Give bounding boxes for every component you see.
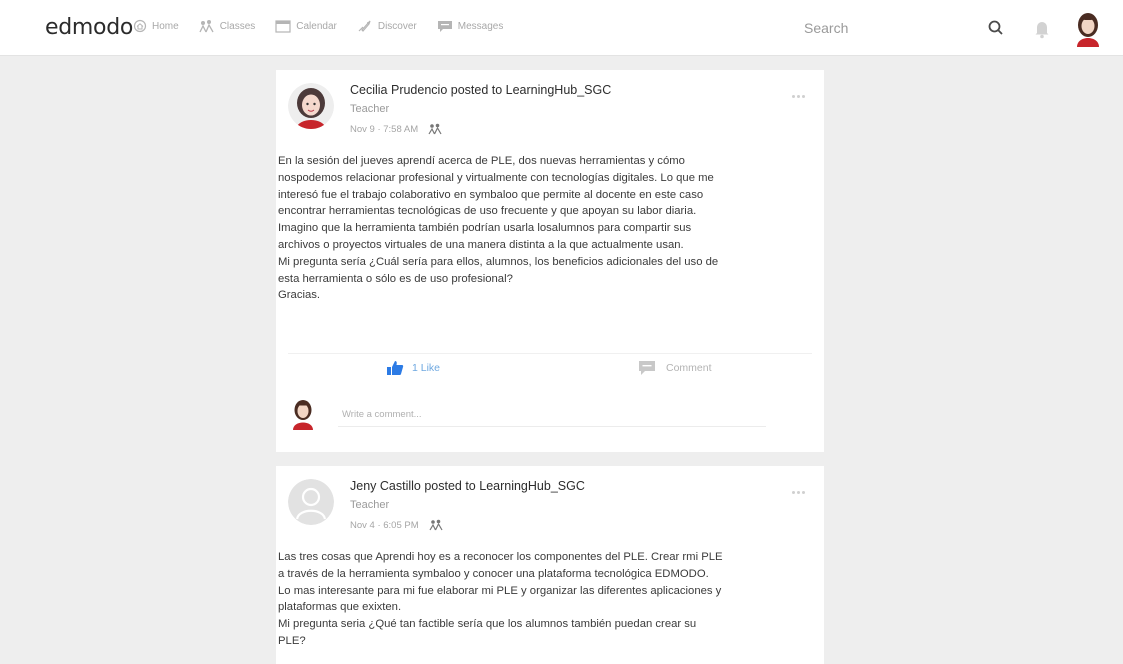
calendar-icon xyxy=(275,20,291,33)
home-icon xyxy=(133,19,147,33)
post-body: En la sesión del jueves aprendí acerca d… xyxy=(278,153,818,304)
more-options-icon[interactable] xyxy=(792,481,810,494)
search-input[interactable] xyxy=(800,16,976,40)
post-body-line: Imagino que la herramienta también podrí… xyxy=(278,222,692,235)
nav-classes[interactable]: Classes xyxy=(199,19,256,33)
notification-icon[interactable] xyxy=(1033,19,1051,39)
like-button[interactable]: 1 Like xyxy=(386,360,440,376)
comment-icon xyxy=(639,361,655,375)
author-avatar[interactable] xyxy=(288,83,334,129)
post-body-line: Lo mas interesante para mi fue elaborar … xyxy=(278,584,722,597)
top-navigation-bar: edmodo Home Classes Calendar Discover Me… xyxy=(0,0,1123,56)
post-body-line: PLE? xyxy=(278,634,306,647)
more-options-icon[interactable] xyxy=(792,85,810,98)
post-body-line: Gracias. xyxy=(278,289,321,302)
divider xyxy=(288,353,812,354)
nav-calendar[interactable]: Calendar xyxy=(275,19,337,33)
post-body-line: encontrar herramientas tecnológicas de u… xyxy=(278,205,697,218)
post-date: Nov 9 · 7:58 AM xyxy=(350,123,442,135)
user-avatar[interactable] xyxy=(1071,11,1105,47)
like-count-label: 1 Like xyxy=(412,362,441,374)
post-card: Cecilia Prudencio posted to LearningHub_… xyxy=(276,70,824,452)
comment-button[interactable]: Comment xyxy=(638,360,712,376)
post-date: Nov 4 · 6:05 PM xyxy=(350,519,443,531)
post-body-line: a través de la herramienta symbaloo y co… xyxy=(278,567,709,580)
group-icon xyxy=(428,123,442,135)
post-date-text: Nov 4 · 6:05 PM xyxy=(350,519,419,531)
post-body-line: Mi pregunta seria ¿Qué tan factible serí… xyxy=(278,618,697,631)
group-icon xyxy=(429,519,443,531)
post-date-text: Nov 9 · 7:58 AM xyxy=(350,123,419,135)
nav-classes-label: Classes xyxy=(219,20,256,32)
nav-discover-label: Discover xyxy=(377,20,417,32)
nav-home-label: Home xyxy=(152,20,179,32)
post-body-line: interesó fue el trabajo colaborativo en … xyxy=(278,188,704,201)
nav-discover[interactable]: Discover xyxy=(357,19,417,33)
messages-icon xyxy=(437,21,452,32)
post-card: Jeny Castillo posted to LearningHub_SGC … xyxy=(276,466,824,664)
post-body-line: esta herramienta o sólo es de uso profes… xyxy=(278,272,513,285)
nav-home[interactable]: Home xyxy=(133,19,179,33)
nav-messages-label: Messages xyxy=(457,20,504,32)
post-author-line[interactable]: Jeny Castillo posted to LearningHub_SGC xyxy=(350,479,585,493)
post-body-line: archivos o proyectos virtuales de una ma… xyxy=(278,238,684,251)
thumbs-up-icon xyxy=(387,361,404,375)
post-body: Las tres cosas que Aprendi hoy es a reco… xyxy=(278,549,818,650)
comment-input[interactable] xyxy=(338,403,766,427)
commenter-avatar xyxy=(293,400,313,430)
nav-calendar-label: Calendar xyxy=(296,20,337,32)
author-avatar[interactable] xyxy=(288,479,334,525)
post-body-line: En la sesión del jueves aprendí acerca d… xyxy=(278,155,685,167)
post-body-line: Las tres cosas que Aprendi hoy es a reco… xyxy=(278,551,723,563)
author-role: Teacher xyxy=(350,499,390,511)
classes-icon xyxy=(199,20,214,33)
search-box xyxy=(800,16,976,40)
post-body-line: Mi pregunta sería ¿Cuál sería para ellos… xyxy=(278,255,719,268)
post-body-line: plataformas que exixten. xyxy=(278,601,402,614)
comment-label: Comment xyxy=(666,362,712,374)
search-icon[interactable] xyxy=(987,19,1005,37)
discover-icon xyxy=(358,20,371,32)
main-nav: Home Classes Calendar Discover Messages xyxy=(133,19,523,33)
nav-messages[interactable]: Messages xyxy=(437,19,504,33)
post-author-line[interactable]: Cecilia Prudencio posted to LearningHub_… xyxy=(350,83,611,97)
edmodo-logo[interactable]: edmodo xyxy=(45,15,133,40)
author-role: Teacher xyxy=(350,103,390,115)
post-body-line: nospodemos relacionar profesional y virt… xyxy=(278,171,714,184)
